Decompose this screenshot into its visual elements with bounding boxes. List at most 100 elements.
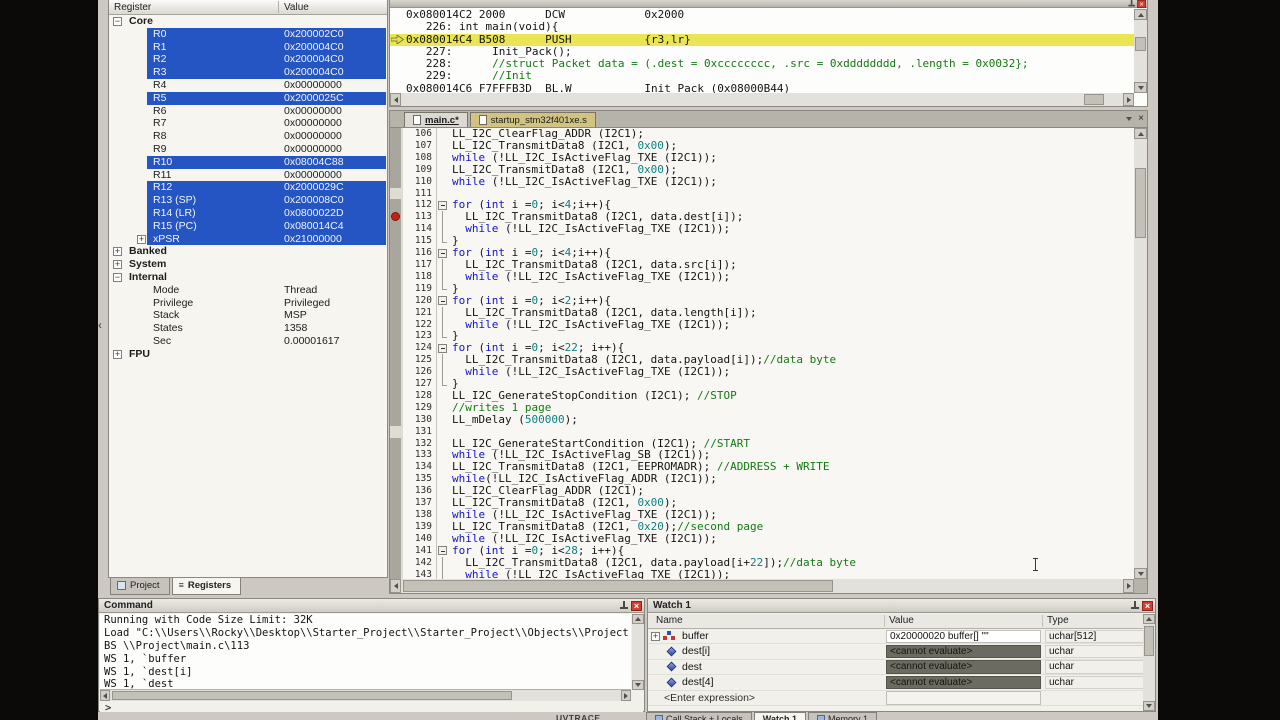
register-tree[interactable]: −CoreR00x200002C0R10x200004C0R20x200004C…	[109, 15, 387, 577]
register-row[interactable]: +FPU	[109, 348, 387, 361]
disassembly-line[interactable]: 226: int main(void){	[390, 21, 1134, 33]
watch-row[interactable]: dest[4]<cannot evaluate>uchar	[648, 675, 1143, 690]
code-line[interactable]: 131	[390, 426, 1134, 438]
register-row[interactable]: R90x00000000	[109, 143, 387, 156]
command-hscrollbar[interactable]	[100, 690, 631, 701]
code-line[interactable]: 121 LL_I2C_TransmitData8 (I2C1, data.len…	[390, 307, 1134, 319]
watch-row[interactable]: dest<cannot evaluate>uchar	[648, 660, 1143, 675]
bottom-tab-call-stack-locals[interactable]: Call Stack + Locals	[646, 712, 752, 720]
enter-expression[interactable]: <Enter expression>	[664, 692, 755, 704]
tree-expander-icon[interactable]: −	[113, 17, 122, 26]
scroll-down-icon[interactable]	[635, 683, 641, 687]
watch-row[interactable]: +buffer0x20000020 buffer[] ""uchar[512]	[648, 629, 1143, 644]
register-row[interactable]: R120x2000029C	[109, 181, 387, 194]
chevron-left-icon[interactable]: ‹	[98, 318, 102, 332]
register-row[interactable]: R80x00000000	[109, 130, 387, 143]
code-line[interactable]: 122 while (!LL_I2C_IsActiveFlag_TXE (I2C…	[390, 319, 1134, 331]
scroll-down-icon[interactable]	[1146, 704, 1152, 708]
code-line[interactable]: 114 while (!LL_I2C_IsActiveFlag_TXE (I2C…	[390, 223, 1134, 235]
tree-expander-icon[interactable]: +	[137, 235, 146, 244]
register-row[interactable]: R15 (PC)0x080014C4	[109, 220, 387, 233]
scroll-right-icon[interactable]	[1127, 583, 1131, 589]
register-row[interactable]: −Internal	[109, 271, 387, 284]
register-row[interactable]: +System	[109, 258, 387, 271]
code-line[interactable]: 108while (!LL_I2C_IsActiveFlag_TXE (I2C1…	[390, 152, 1134, 164]
fold-collapse-icon[interactable]	[438, 296, 447, 305]
register-row[interactable]: R30x200004C0	[109, 66, 387, 79]
code-line[interactable]: 142 LL_I2C_TransmitData8 (I2C1, data.pay…	[390, 557, 1134, 569]
register-row[interactable]: StackMSP	[109, 309, 387, 322]
document-tab[interactable]: main.c*	[404, 112, 468, 127]
command-vscrollbar[interactable]	[632, 614, 644, 690]
disassembly-line[interactable]: 0x080014C6 F7FFFB3D BL.W Init_Pack (0x08…	[390, 83, 1134, 93]
register-row[interactable]: ModeThread	[109, 284, 387, 297]
close-icon[interactable]	[1137, 0, 1146, 8]
scroll-left-icon[interactable]	[103, 693, 107, 699]
tree-expander-icon[interactable]: +	[651, 632, 660, 641]
panel-tab-project[interactable]: Project	[110, 578, 170, 595]
disassembly-line[interactable]: 229: //Init	[390, 70, 1134, 82]
tree-expander-icon[interactable]: −	[113, 273, 122, 282]
scroll-right-icon[interactable]	[1127, 97, 1131, 103]
register-row[interactable]: −Core	[109, 15, 387, 28]
watch-row[interactable]: <Enter expression>	[648, 691, 1143, 706]
scroll-left-icon[interactable]	[394, 583, 398, 589]
document-tab[interactable]: startup_stm32f401xe.s	[470, 112, 596, 127]
code-line[interactable]: 110while (!LL_I2C_IsActiveFlag_TXE (I2C1…	[390, 176, 1134, 188]
register-row[interactable]: R70x00000000	[109, 117, 387, 130]
fold-collapse-icon[interactable]	[438, 249, 447, 258]
register-row[interactable]: R00x200002C0	[109, 28, 387, 41]
scroll-up-icon[interactable]	[1146, 617, 1152, 621]
code-line[interactable]: 129//writes 1 page	[390, 402, 1134, 414]
tab-list-icon[interactable]	[1126, 117, 1132, 121]
fold-collapse-icon[interactable]	[438, 546, 447, 555]
pin-icon[interactable]	[619, 601, 628, 611]
register-row[interactable]: R10x200004C0	[109, 41, 387, 54]
close-icon[interactable]	[1142, 601, 1153, 611]
disassembly-hscrollbar[interactable]	[390, 93, 1134, 106]
pin-icon[interactable]	[1130, 601, 1139, 611]
register-row[interactable]: R14 (LR)0x0800022D	[109, 207, 387, 220]
pin-icon[interactable]	[1128, 0, 1135, 8]
register-row[interactable]: States1358	[109, 322, 387, 335]
bottom-tab-watch-1[interactable]: Watch 1	[754, 712, 806, 720]
breakpoint-gutter[interactable]	[390, 426, 403, 438]
code-line[interactable]: 143 while (!LL_I2C_IsActiveFlag_TXE (I2C…	[390, 569, 1134, 579]
register-row[interactable]: R20x200004C0	[109, 53, 387, 66]
register-row[interactable]: R13 (SP)0x200008C0	[109, 194, 387, 207]
code-line[interactable]: 109LL_I2C_TransmitData8 (I2C1, 0x00);	[390, 164, 1134, 176]
code-line[interactable]: 120for (int i =0; i<2;i++){	[390, 295, 1134, 307]
disassembly-body[interactable]: 0x080014C2 2000 DCW 0x2000 226: int main…	[390, 9, 1134, 93]
register-row[interactable]: R110x00000000	[109, 169, 387, 182]
code-line[interactable]: 118 while (!LL_I2C_IsActiveFlag_TXE (I2C…	[390, 271, 1134, 283]
scroll-right-icon[interactable]	[624, 693, 628, 699]
code-line[interactable]: 130LL_mDelay (500000);	[390, 414, 1134, 426]
close-icon[interactable]	[631, 601, 642, 611]
code-editor[interactable]: 106LL_I2C_ClearFlag_ADDR (I2C1);107LL_I2…	[390, 128, 1134, 579]
breakpoint-gutter[interactable]	[390, 188, 403, 200]
watch-vscrollbar[interactable]	[1143, 614, 1155, 711]
scroll-down-icon[interactable]	[1138, 572, 1144, 576]
scroll-up-icon[interactable]	[635, 617, 641, 621]
register-row[interactable]: R100x08004C88	[109, 156, 387, 169]
bottom-tab-memory-1[interactable]: Memory 1	[808, 712, 877, 720]
command-output[interactable]: Running with Code Size Limit: 32KLoad "C…	[100, 614, 631, 690]
register-row[interactable]: PrivilegePrivileged	[109, 297, 387, 310]
close-document-icon[interactable]: ×	[1138, 114, 1144, 123]
scroll-left-icon[interactable]	[394, 97, 398, 103]
scroll-up-icon[interactable]	[1138, 13, 1144, 17]
register-row[interactable]: R40x00000000	[109, 79, 387, 92]
tree-expander-icon[interactable]: +	[113, 247, 122, 256]
register-row[interactable]: R60x00000000	[109, 105, 387, 118]
tree-expander-icon[interactable]: +	[113, 260, 122, 269]
editor-vscrollbar[interactable]	[1134, 128, 1147, 579]
scroll-down-icon[interactable]	[1138, 86, 1144, 90]
watch-row[interactable]: dest[i]<cannot evaluate>uchar	[648, 644, 1143, 659]
register-row[interactable]: +Banked	[109, 245, 387, 258]
register-row[interactable]: +xPSR0x21000000	[109, 233, 387, 246]
code-line[interactable]: 126 while (!LL_I2C_IsActiveFlag_TXE (I2C…	[390, 366, 1134, 378]
fold-collapse-icon[interactable]	[438, 201, 447, 210]
fold-collapse-icon[interactable]	[438, 344, 447, 353]
disassembly-vscrollbar[interactable]	[1134, 9, 1147, 93]
editor-hscrollbar[interactable]	[390, 579, 1134, 593]
